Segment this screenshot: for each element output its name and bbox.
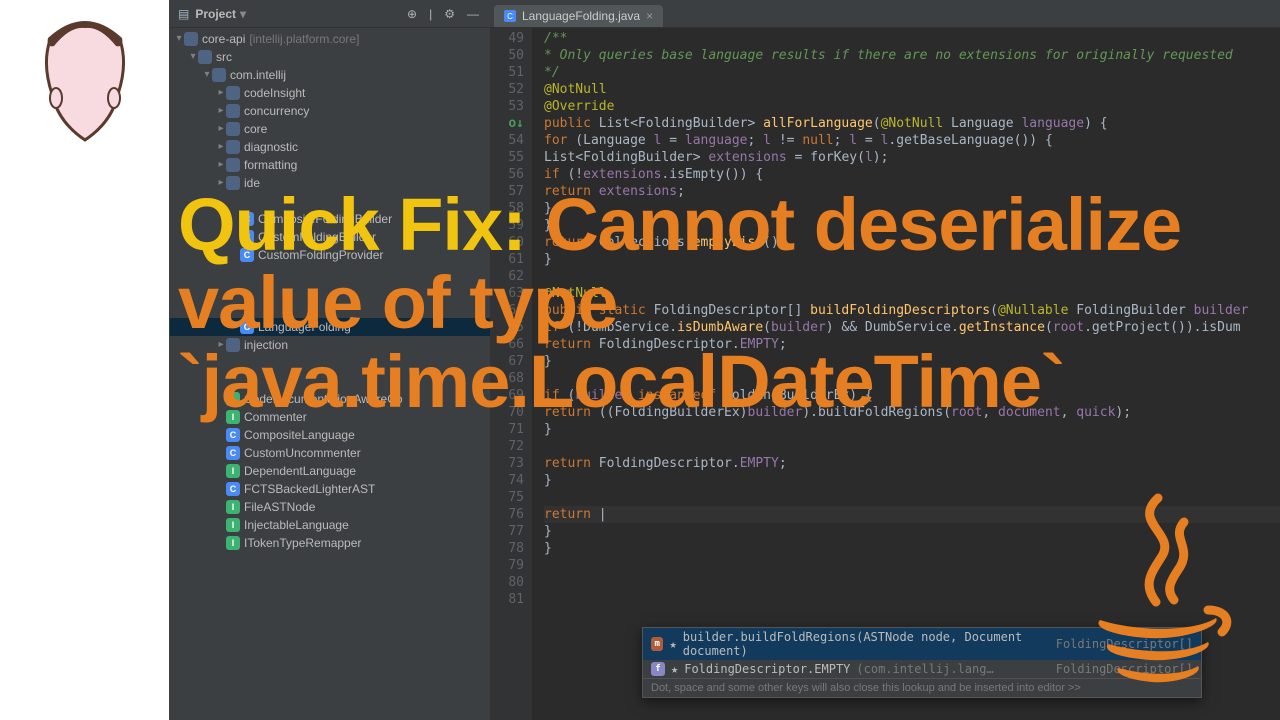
tree-node[interactable] — [170, 354, 490, 372]
tree-node[interactable]: CCompositeFoldingBuilder — [170, 210, 490, 228]
tree-node[interactable]: ▸injection — [170, 336, 490, 354]
class-icon: C — [504, 10, 516, 22]
completion-hint: Dot, space and some other keys will also… — [643, 678, 1201, 697]
tree-node[interactable]: CLanguageFolding — [170, 318, 490, 336]
editor-panel: C LanguageFolding.java × 4950515253o↓ 54… — [490, 0, 1280, 720]
tree-node[interactable]: ▸concurrency — [170, 102, 490, 120]
editor-tabbar: C LanguageFolding.java × — [490, 0, 1280, 28]
completion-item[interactable]: m★builder.buildFoldRegions(ASTNode node,… — [643, 628, 1201, 660]
gutter: 4950515253o↓ 545556575859606162636465666… — [490, 28, 532, 720]
tree-node[interactable]: IITokenTypeRemapper — [170, 534, 490, 552]
completion-item[interactable]: f★FoldingDescriptor.EMPTY(com.intellij.l… — [643, 660, 1201, 678]
project-icon: ▤ — [178, 7, 189, 21]
tree-node[interactable]: IFileASTNode — [170, 498, 490, 516]
tree-node[interactable]: ▸codeInsight — [170, 84, 490, 102]
sidebar-header: ▤ Project▾ ⊕ | ⚙ — — [170, 0, 490, 28]
tree-node[interactable]: ▸diagnostic — [170, 138, 490, 156]
tree-node[interactable] — [170, 192, 490, 210]
tree-node[interactable]: CCustomFoldingBuilder — [170, 228, 490, 246]
sidebar-title[interactable]: Project▾ — [195, 7, 246, 21]
project-sidebar: ▤ Project▾ ⊕ | ⚙ — ▾core-api[intellij.pl… — [170, 0, 490, 720]
tree-node[interactable]: CCompositeLanguage — [170, 426, 490, 444]
target-icon[interactable]: ⊕ — [404, 7, 420, 21]
tree-node[interactable]: ▾core-api[intellij.platform.core] — [170, 30, 490, 48]
tree-node[interactable] — [170, 264, 490, 282]
editor-tab[interactable]: C LanguageFolding.java × — [494, 5, 663, 27]
tree-node[interactable]: ▸formatting — [170, 156, 490, 174]
tree-node[interactable]: ▸ide — [170, 174, 490, 192]
divider: | — [426, 7, 435, 21]
tree-node[interactable]: ▾com.intellij — [170, 66, 490, 84]
tree-node[interactable]: IDependentLanguage — [170, 462, 490, 480]
tree-node[interactable]: CFCTSBackedLighterAST — [170, 480, 490, 498]
tree-node[interactable]: CCustomFoldingProvider — [170, 246, 490, 264]
code-lines[interactable]: /** * Only queries base language results… — [532, 28, 1280, 720]
code-area[interactable]: 4950515253o↓ 545556575859606162636465666… — [490, 28, 1280, 720]
hide-icon[interactable]: — — [464, 7, 482, 21]
tree-node[interactable]: IInjectableLanguage — [170, 516, 490, 534]
tree-node[interactable] — [170, 372, 490, 390]
tree-node[interactable] — [170, 282, 490, 300]
tree-node[interactable] — [170, 300, 490, 318]
completion-popup[interactable]: m★builder.buildFoldRegions(ASTNode node,… — [642, 627, 1202, 698]
presenter-avatar — [30, 16, 140, 156]
tree-node[interactable]: ICommenter — [170, 408, 490, 426]
avatar-panel — [0, 0, 170, 720]
tree-node[interactable]: CCustomUncommenter — [170, 444, 490, 462]
tree-node[interactable]: ▾src — [170, 48, 490, 66]
tree-node[interactable]: ▸core — [170, 120, 490, 138]
tab-label: LanguageFolding.java — [522, 9, 640, 23]
gear-icon[interactable]: ⚙ — [441, 7, 458, 21]
project-tree[interactable]: ▾core-api[intellij.platform.core]▾src▾co… — [170, 28, 490, 720]
tree-node[interactable]: ICodeDocumentationAwareCo — [170, 390, 490, 408]
close-icon[interactable]: × — [646, 9, 653, 23]
